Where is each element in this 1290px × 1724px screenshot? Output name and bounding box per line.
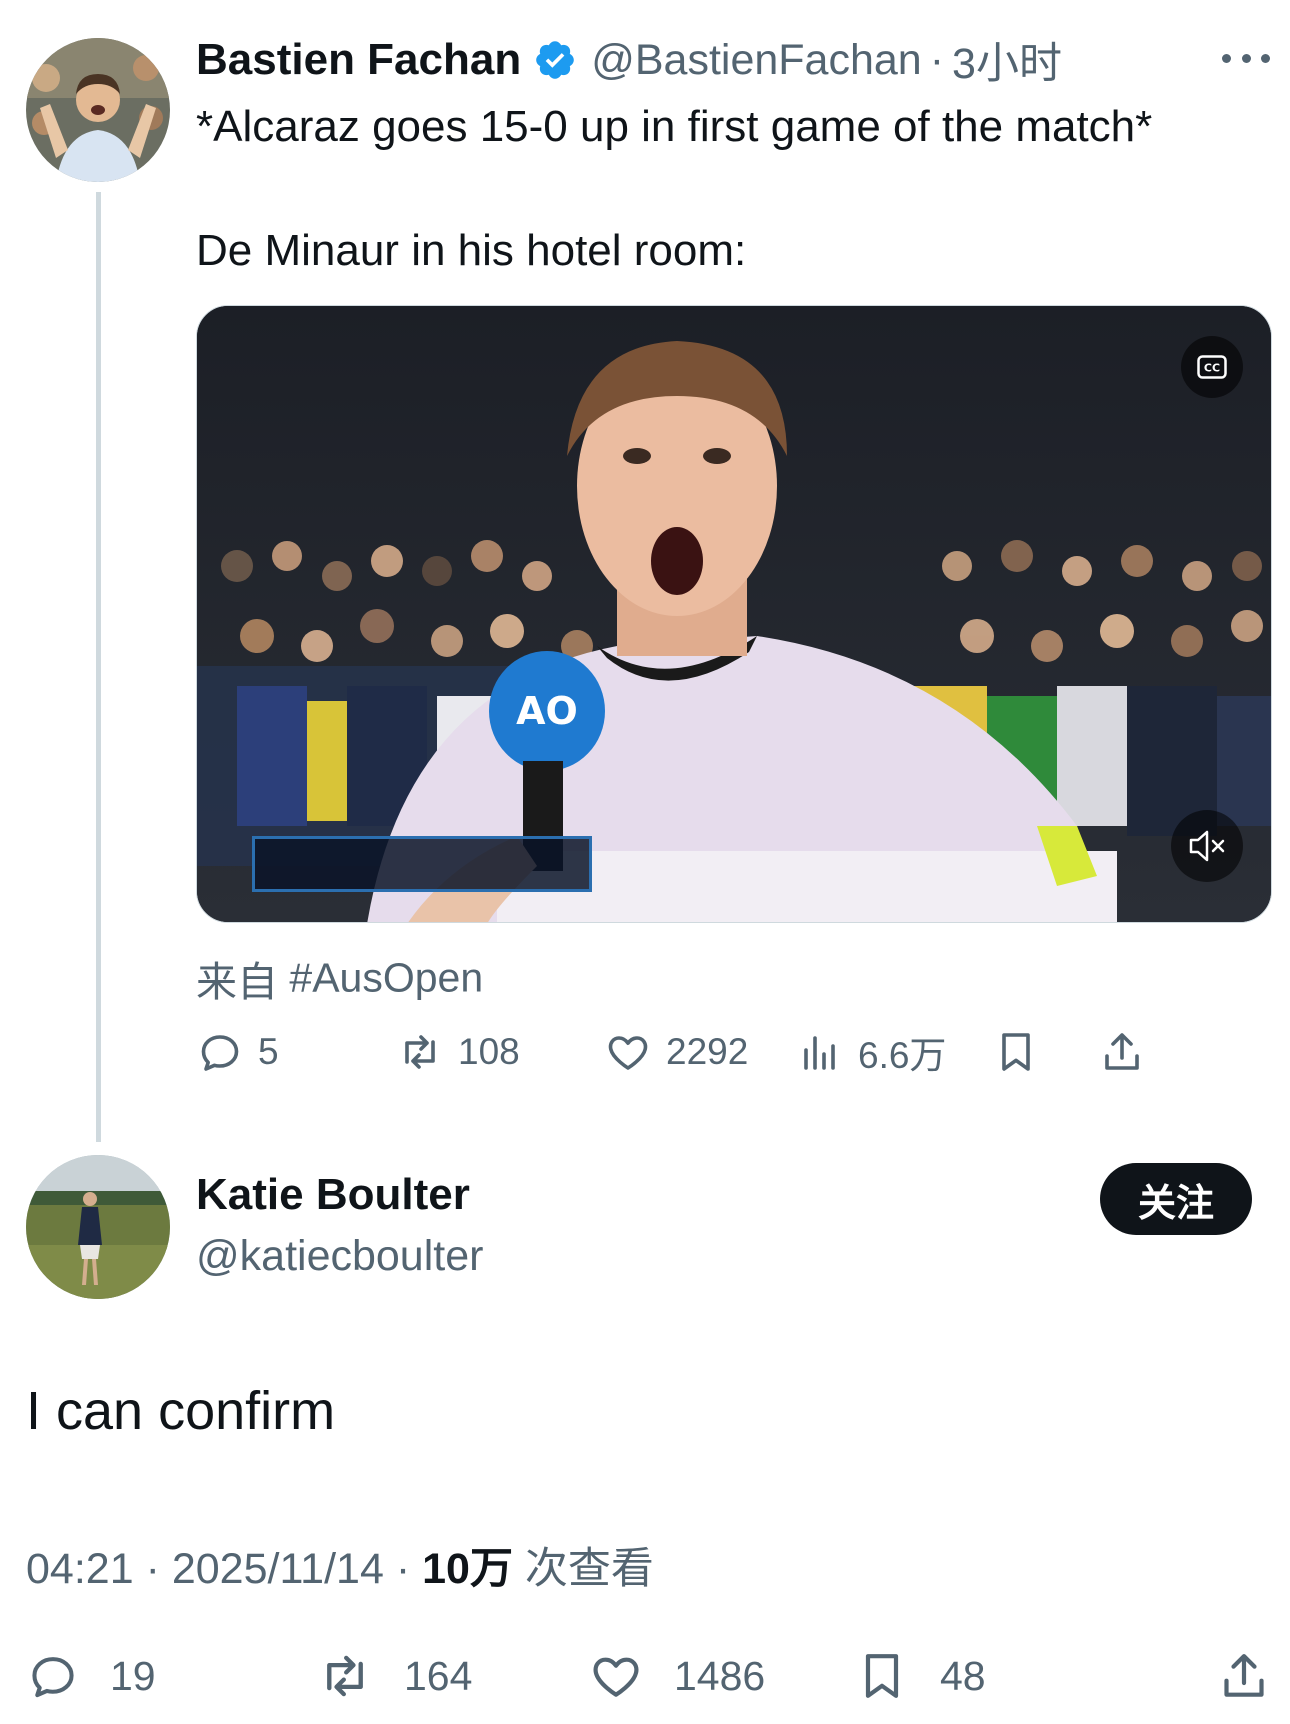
- reply-reply-button[interactable]: 19: [26, 1640, 156, 1712]
- tweet-text: *Alcaraz goes 15-0 up in first game of t…: [196, 96, 1276, 282]
- reply-share-button[interactable]: [1216, 1640, 1272, 1712]
- reply-button[interactable]: 5: [196, 1020, 279, 1084]
- retweet-icon: [327, 1655, 363, 1697]
- meta-separator: ·: [395, 1545, 411, 1593]
- bookmark-button[interactable]: [992, 1020, 1040, 1084]
- reply-meta: 04:21 · 2025/11/14 · 10万 次查看: [26, 1534, 654, 1596]
- tweet-actions: 5 108 2292 6.6万: [196, 1020, 1276, 1084]
- reply-retweet-count: 164: [404, 1652, 473, 1699]
- share-icon: [1224, 1654, 1264, 1697]
- reply-bookmark-button[interactable]: 48: [854, 1640, 986, 1712]
- tweet-source: 来自 #AusOpen: [196, 948, 483, 1008]
- video-lower-third: [252, 836, 592, 892]
- like-count: 2292: [666, 1031, 749, 1072]
- views-button[interactable]: 6.6万: [796, 1020, 946, 1084]
- thread-line: [96, 192, 101, 1142]
- reply-author-name[interactable]: Katie Boulter: [196, 1170, 470, 1220]
- views-count: 6.6万: [858, 1035, 947, 1076]
- mute-icon[interactable]: [1171, 810, 1243, 882]
- share-button[interactable]: [1098, 1020, 1146, 1084]
- retweet-count: 108: [458, 1031, 520, 1072]
- separator: ·: [929, 35, 945, 84]
- follow-button[interactable]: 关注: [1100, 1163, 1252, 1235]
- author-name[interactable]: Bastien Fachan: [196, 35, 521, 85]
- more-icon[interactable]: [1222, 38, 1270, 78]
- tweet-text-line: *Alcaraz goes 15-0 up in first game of t…: [196, 102, 1153, 151]
- video-player[interactable]: AO CC: [196, 305, 1272, 923]
- reply-bookmark-count: 48: [940, 1652, 986, 1699]
- heart-icon: [608, 1036, 648, 1070]
- share-icon: [1105, 1033, 1139, 1070]
- reply-reply-count: 19: [110, 1652, 156, 1699]
- bookmark-icon: [1002, 1033, 1030, 1071]
- reply-time[interactable]: 04:21: [26, 1545, 134, 1593]
- reply-like-count: 1486: [674, 1652, 766, 1699]
- reply-count: 5: [258, 1031, 279, 1072]
- tweet-header: Bastien Fachan @BastienFachan · 3小时: [196, 30, 1062, 90]
- svg-text:CC: CC: [1204, 362, 1220, 375]
- video-frame: AO: [197, 306, 1271, 922]
- source-hashtag[interactable]: #AusOpen: [289, 955, 483, 1001]
- tweet-time[interactable]: 3小时: [952, 29, 1062, 91]
- like-button[interactable]: 2292: [604, 1020, 748, 1084]
- reply-icon: [201, 1035, 239, 1071]
- tweet-text-line: De Minaur in his hotel room:: [196, 226, 747, 275]
- meta-separator: ·: [145, 1545, 160, 1593]
- author-handle[interactable]: @BastienFachan: [591, 36, 922, 85]
- reply-icon: [32, 1657, 74, 1698]
- bookmark-icon: [865, 1654, 899, 1698]
- reply-author-handle[interactable]: @katiecboulter: [196, 1232, 483, 1281]
- reply-author-avatar[interactable]: [26, 1155, 170, 1299]
- cc-icon[interactable]: CC: [1181, 336, 1243, 398]
- reply-text: I can confirm: [26, 1381, 336, 1441]
- retweet-icon: [405, 1035, 435, 1069]
- reply-like-button[interactable]: 1486: [588, 1640, 765, 1712]
- author-avatar[interactable]: [26, 38, 170, 182]
- reply-retweet-button[interactable]: 164: [316, 1640, 472, 1712]
- verified-badge-icon: [533, 38, 577, 82]
- svg-text:AO: AO: [516, 689, 578, 733]
- reply-views-label: 次查看: [524, 1545, 654, 1593]
- reply-actions: 19 164 1486 48: [26, 1640, 1276, 1712]
- retweet-button[interactable]: 108: [396, 1020, 520, 1084]
- views-icon: [804, 1036, 835, 1070]
- reply-date[interactable]: 2025/11/14: [172, 1545, 384, 1593]
- heart-icon: [593, 1657, 639, 1697]
- source-prefix: 来自: [196, 959, 278, 1005]
- reply-views-count: 10万: [422, 1545, 513, 1593]
